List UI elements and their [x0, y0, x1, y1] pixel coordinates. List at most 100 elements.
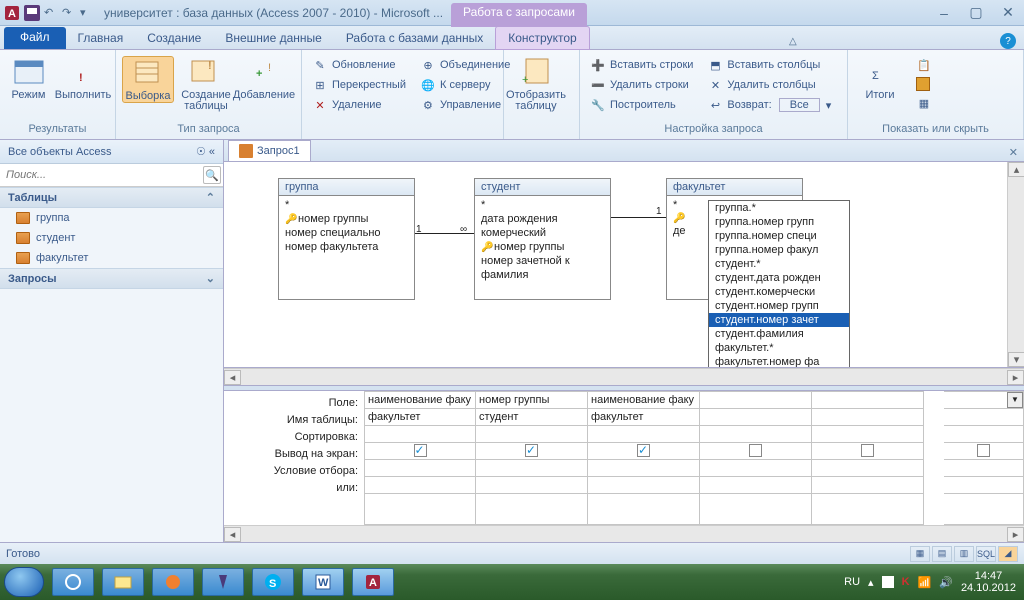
cell-or[interactable] [365, 477, 475, 494]
query-design-surface[interactable]: группа * 🔑номер группы номер специально … [224, 162, 1024, 368]
cell-sort[interactable] [588, 426, 699, 443]
ribbon-collapse-icon[interactable]: △ [785, 33, 801, 49]
grid-col[interactable] [700, 391, 812, 525]
tray-show-hidden-icon[interactable]: ▴ [868, 576, 874, 589]
view-button[interactable]: Режим [6, 56, 51, 101]
property-sheet-button[interactable] [912, 76, 936, 92]
insert-cols-button[interactable]: ⬒Вставить столбцы [703, 56, 835, 74]
view-sql-icon[interactable]: SQL [976, 546, 996, 562]
cell-show[interactable] [476, 443, 587, 460]
cell-table[interactable]: факультет [365, 409, 475, 426]
maketable-button[interactable]: !Создание таблицы [180, 56, 232, 112]
tray-flag-icon[interactable] [882, 576, 894, 588]
tab-design[interactable]: Конструктор [495, 26, 589, 50]
update-button[interactable]: ✎Обновление [308, 56, 410, 74]
union-button[interactable]: ⊕Объединение [416, 56, 514, 74]
taskbar-app1[interactable] [202, 568, 244, 596]
dropdown-item[interactable]: факультет.* [709, 341, 849, 355]
cell-or[interactable] [476, 477, 587, 494]
cell-show[interactable] [700, 443, 811, 460]
cell-field[interactable] [700, 392, 811, 409]
delete-cols-button[interactable]: ✕Удалить столбцы [703, 76, 835, 94]
tray-clock[interactable]: 14:4724.10.2012 [961, 570, 1016, 594]
crosstab-button[interactable]: ⊞Перекрестный [308, 76, 410, 94]
datadef-button[interactable]: ⚙Управление [416, 96, 514, 114]
tray-network-icon[interactable]: 📶 [918, 576, 932, 589]
nav-section-tables[interactable]: Таблицы⌃ [0, 187, 223, 208]
taskbar-access[interactable]: A [352, 568, 394, 596]
dropdown-item[interactable]: студент.фамилия [709, 327, 849, 341]
field-pk[interactable]: 🔑номер группы [479, 240, 606, 254]
tab-external[interactable]: Внешние данные [213, 27, 334, 49]
cell-criteria[interactable] [700, 460, 811, 477]
grid-col-new[interactable]: ▼ [944, 391, 1024, 525]
nav-table-fakultet[interactable]: факультет [0, 248, 223, 268]
save-icon[interactable] [24, 5, 40, 21]
builder-button[interactable]: 🔧Построитель [586, 96, 697, 114]
grid-col[interactable] [812, 391, 924, 525]
run-button[interactable]: !Выполнить [57, 56, 109, 101]
append-button[interactable]: +!Добавление [238, 56, 290, 101]
cell-field[interactable]: наименование факу [588, 392, 699, 409]
parameters-button[interactable]: 📋 [912, 56, 936, 74]
doc-tab-zapros1[interactable]: Запрос1 [228, 140, 311, 161]
view-design-icon[interactable]: ◢ [998, 546, 1018, 562]
horizontal-scrollbar[interactable]: ◂▸ [224, 368, 1024, 385]
dropdown-item[interactable]: студент.комерчески [709, 285, 849, 299]
cell-field[interactable]: наименование факу [365, 392, 475, 409]
search-icon[interactable]: 🔍 [203, 166, 221, 184]
tray-lang[interactable]: RU [844, 576, 860, 588]
select-query-button[interactable]: Выборка [122, 56, 174, 103]
doc-close-button[interactable]: ✕ [1003, 144, 1024, 161]
scroll-left-button[interactable]: ◂ [224, 370, 241, 385]
field[interactable]: дата рождения [479, 212, 606, 226]
dropdown-item[interactable]: группа.номер групп [709, 215, 849, 229]
checkbox[interactable] [861, 444, 874, 457]
taskbar-ie[interactable] [52, 568, 94, 596]
field[interactable]: номер специально [283, 226, 410, 240]
vertical-scrollbar[interactable]: ▴ ▾ [1007, 162, 1024, 367]
cell-or[interactable] [700, 477, 811, 494]
dropdown-item[interactable]: студент.дата рожден [709, 271, 849, 285]
grid-horizontal-scrollbar[interactable]: ◂▸ [224, 525, 1024, 542]
minimize-button[interactable]: – [932, 4, 956, 22]
field-pk[interactable]: 🔑номер группы [283, 212, 410, 226]
dropdown-item[interactable]: студент.номер зачет [709, 313, 849, 327]
tab-create[interactable]: Создание [135, 27, 213, 49]
show-table-button[interactable]: +Отобразить таблицу [510, 56, 562, 112]
dropdown-item[interactable]: студент.номер групп [709, 299, 849, 313]
cell-table[interactable]: факультет [588, 409, 699, 426]
collapse-icon[interactable]: ⌄ [206, 272, 215, 285]
cell-field[interactable] [812, 392, 923, 409]
grid-col[interactable]: наименование факуфакультет [588, 391, 700, 525]
delete-button[interactable]: ✕Удаление [308, 96, 410, 114]
collapse-icon[interactable]: ⌃ [206, 191, 215, 204]
table-names-button[interactable]: ▦ [912, 94, 936, 112]
cell-sort[interactable] [365, 426, 475, 443]
field[interactable]: номер зачетной к [479, 254, 606, 268]
restore-button[interactable]: ▢ [964, 4, 988, 22]
cell-sort[interactable] [700, 426, 811, 443]
totals-button[interactable]: ΣИтоги [854, 56, 906, 101]
dropdown-item[interactable]: группа.* [709, 201, 849, 215]
dropdown-item[interactable]: факультет.номер фа [709, 355, 849, 368]
field-dropdown[interactable]: группа.*группа.номер группгруппа.номер с… [708, 200, 850, 368]
tray-volume-icon[interactable]: 🔊 [939, 576, 953, 589]
view-pivot-icon[interactable]: ▤ [932, 546, 952, 562]
cell-show[interactable] [365, 443, 475, 460]
taskbar-explorer[interactable] [102, 568, 144, 596]
dropdown-button[interactable]: ▼ [1007, 392, 1023, 408]
table-box-student[interactable]: студент * дата рождения комерческий 🔑ном… [474, 178, 611, 300]
cell-show[interactable] [588, 443, 699, 460]
cell-table[interactable] [700, 409, 811, 426]
cell-sort[interactable] [476, 426, 587, 443]
scroll-up-button[interactable]: ▴ [1008, 162, 1024, 177]
dropdown-item[interactable]: студент.* [709, 257, 849, 271]
cell-criteria[interactable] [812, 460, 923, 477]
grid-col[interactable]: номер группыстудент [476, 391, 588, 525]
cell-criteria[interactable] [588, 460, 699, 477]
tab-database[interactable]: Работа с базами данных [334, 27, 495, 49]
checkbox[interactable] [414, 444, 427, 457]
taskbar-media[interactable] [152, 568, 194, 596]
view-datasheet-icon[interactable]: ▦ [910, 546, 930, 562]
